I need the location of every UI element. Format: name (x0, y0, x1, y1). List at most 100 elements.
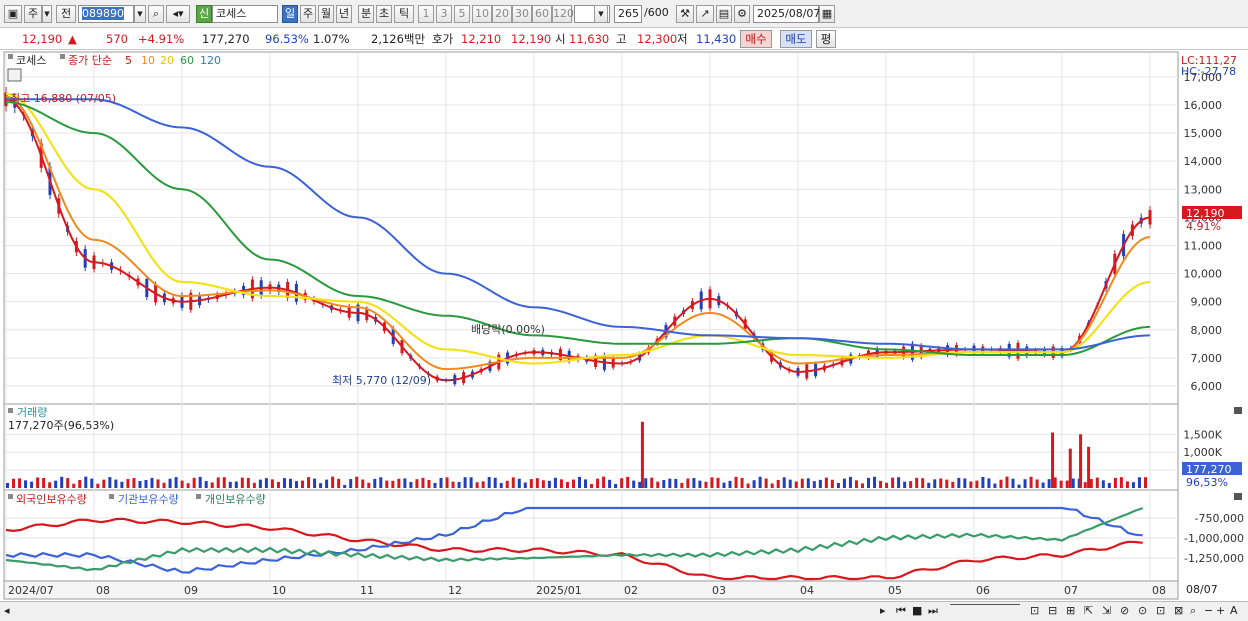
volume-bar (1131, 482, 1135, 488)
volume-bar (578, 476, 581, 488)
stock-chart-svg[interactable]: 17,00016,00015,00014,00013,00012,00011,0… (0, 50, 1248, 601)
volume-close-icon[interactable] (1234, 407, 1242, 414)
tool-icon-7[interactable]: ⊙ (1138, 604, 1147, 618)
save-icon[interactable]: ▤ (716, 5, 732, 23)
minus-icon[interactable]: − (1204, 604, 1213, 618)
x-axis-tick: 06 (976, 584, 990, 597)
volume-bar (1107, 483, 1111, 488)
first-icon[interactable]: ⏮ (896, 604, 906, 618)
indicator-icon[interactable]: ⚒ (676, 5, 694, 23)
volume-bar (1041, 482, 1045, 488)
interval-20[interactable]: 20 (492, 5, 512, 23)
text-tool-icon[interactable]: A (1230, 604, 1238, 618)
volume-bar (812, 481, 816, 488)
legend-individual: 개인보유수량 (205, 493, 266, 506)
holding-marker-icon-2 (109, 494, 114, 499)
holding-close-icon[interactable] (1234, 493, 1242, 500)
scroll-right-icon[interactable]: ▸ (880, 604, 886, 618)
prev-button[interactable]: 전 (56, 5, 76, 23)
top-toolbar: ▣ 주 ▼ 전 089890 ▼ ⌕ ◂▾ 신 코세스 일 주 월 년 분 초 … (0, 0, 1248, 28)
volume-bar (565, 482, 569, 488)
price-y-tick: 14,000 (1184, 155, 1223, 168)
avg-button[interactable]: 평 (816, 30, 836, 48)
custom-interval-dropdown-icon[interactable]: ▼ (594, 5, 608, 23)
interval-5[interactable]: 5 (454, 5, 470, 23)
volume-bar (78, 479, 82, 488)
volume-bar (776, 479, 780, 488)
volume-bar (361, 479, 365, 488)
tool-icon-3[interactable]: ⊞ (1066, 604, 1075, 618)
x-axis-tick: 2025/01 (536, 584, 582, 597)
volume-bar (698, 480, 702, 488)
sound-icon[interactable]: ◂▾ (166, 5, 190, 23)
tab-day[interactable]: 일 (282, 5, 298, 23)
stock-code-input[interactable]: 089890 (78, 5, 134, 23)
volume-panel-title: 거래량 (17, 406, 47, 419)
tab-minute[interactable]: 분 (358, 5, 374, 23)
plus-icon[interactable]: + (1216, 604, 1225, 618)
holding-y-tick: -750,000 (1195, 512, 1244, 525)
volume-bar (6, 482, 9, 488)
tool-icon-9[interactable]: ⊠ (1174, 604, 1183, 618)
period-toggle[interactable]: 주 (24, 5, 42, 23)
calendar-icon[interactable]: ▦ (819, 5, 835, 23)
x-axis-bar (3, 580, 1179, 600)
last-icon[interactable]: ⏭ (928, 604, 938, 618)
date-input[interactable]: 2025/08/07 (753, 5, 820, 23)
tab-second[interactable]: 초 (376, 5, 392, 23)
interval-10[interactable]: 10 (472, 5, 492, 23)
interval-3[interactable]: 3 (436, 5, 452, 23)
ma60-label: 60 (180, 54, 194, 67)
volume-bar (915, 477, 919, 488)
volume-bar (373, 478, 377, 488)
interval-120[interactable]: 120 (552, 5, 574, 23)
volume-bar (1005, 476, 1009, 488)
tab-week[interactable]: 주 (300, 5, 316, 23)
turnover-rate: 1.07% (313, 32, 350, 46)
tool-icon-6[interactable]: ⊘ (1120, 604, 1129, 618)
tool-icon-4[interactable]: ⇱ (1084, 604, 1093, 618)
volume-bar (505, 480, 509, 488)
trade-amount: 2,126백만 (371, 32, 426, 46)
volume-bar (331, 476, 335, 488)
tab-month[interactable]: 월 (318, 5, 334, 23)
zoom-icon[interactable]: ⌕ (1190, 604, 1196, 618)
interval-1[interactable]: 1 (418, 5, 434, 23)
buy-button[interactable]: 매수 (740, 30, 772, 48)
zoom-slider[interactable] (950, 604, 1020, 605)
stop-icon[interactable]: ■ (912, 604, 922, 618)
volume-bar (264, 478, 268, 488)
interval-60[interactable]: 60 (532, 5, 552, 23)
sell-button[interactable]: 매도 (780, 30, 812, 48)
tool-icon-8[interactable]: ⊡ (1156, 604, 1165, 618)
volume-bar (72, 483, 76, 488)
grid-toggle-icon[interactable] (7, 68, 22, 82)
gear-icon[interactable]: ⚙ (734, 5, 750, 23)
volume-bar (493, 477, 497, 488)
ma20-label: 20 (160, 54, 174, 67)
volume-bar (975, 480, 979, 488)
code-dropdown-icon[interactable]: ▼ (134, 5, 146, 23)
open-label: 시 (555, 32, 566, 46)
legend-institution: 기관보유수량 (118, 493, 179, 506)
tool-icon-2[interactable]: ⊟ (1048, 604, 1057, 618)
volume-bar (1119, 477, 1123, 488)
volume-bar (1125, 481, 1129, 488)
tool-icon-1[interactable]: ⊡ (1030, 604, 1039, 618)
search-icon[interactable]: ⌕ (148, 5, 164, 23)
scroll-left-icon[interactable]: ◂ (4, 604, 10, 618)
volume-bar (909, 481, 913, 488)
volume-spike (1068, 448, 1072, 488)
volume-spike (1051, 432, 1055, 488)
tool-icon-5[interactable]: ⇲ (1102, 604, 1111, 618)
draw-tool-icon[interactable]: ↗ (696, 5, 714, 23)
tab-tick[interactable]: 틱 (394, 5, 414, 23)
tab-year[interactable]: 년 (336, 5, 352, 23)
interval-30[interactable]: 30 (512, 5, 532, 23)
layout-icon[interactable]: ▣ (4, 5, 22, 23)
volume-spike (1087, 446, 1091, 488)
volume-bar (415, 479, 419, 488)
volume-bar (66, 478, 70, 488)
chevron-down-icon[interactable]: ▼ (42, 5, 52, 23)
count-input[interactable]: 265 (614, 5, 642, 23)
